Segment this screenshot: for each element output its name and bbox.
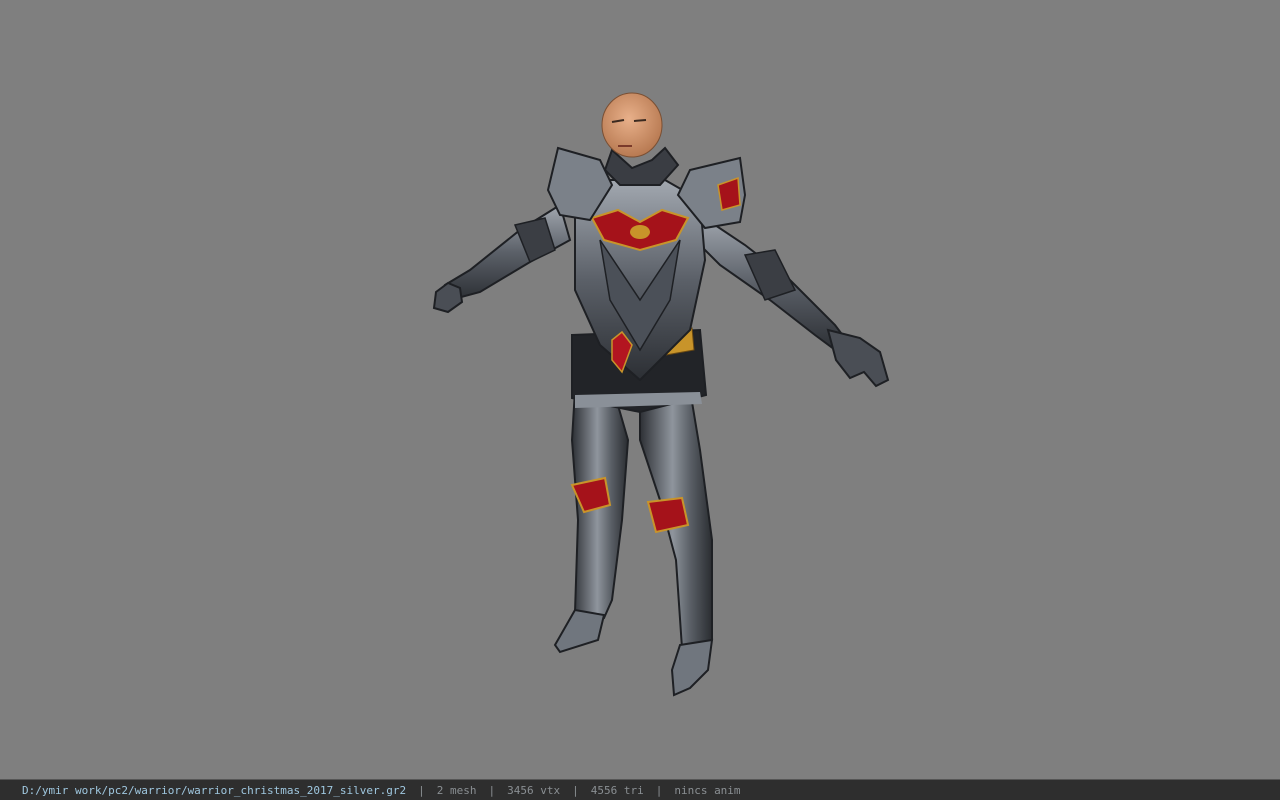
separator: | <box>655 783 663 797</box>
armored-warrior-model[interactable] <box>0 0 1280 779</box>
3d-viewport[interactable] <box>0 0 1280 779</box>
separator: | <box>418 783 425 797</box>
file-path: D:/ymir work/pc2/warrior/warrior_christm… <box>22 783 407 797</box>
head <box>601 92 663 158</box>
triangle-count: 4556 tri <box>590 783 644 797</box>
status-bar: D:/ymir work/pc2/warrior/warrior_christm… <box>0 779 1280 800</box>
separator: | <box>572 783 579 797</box>
legs <box>553 388 714 697</box>
left-arm <box>432 203 572 314</box>
mesh-count: 2 mesh <box>436 783 477 797</box>
right-arm <box>693 213 890 388</box>
vertex-count: 3456 vtx <box>507 783 561 797</box>
separator: | <box>488 783 496 797</box>
animation-status: nincs anim <box>674 783 741 797</box>
